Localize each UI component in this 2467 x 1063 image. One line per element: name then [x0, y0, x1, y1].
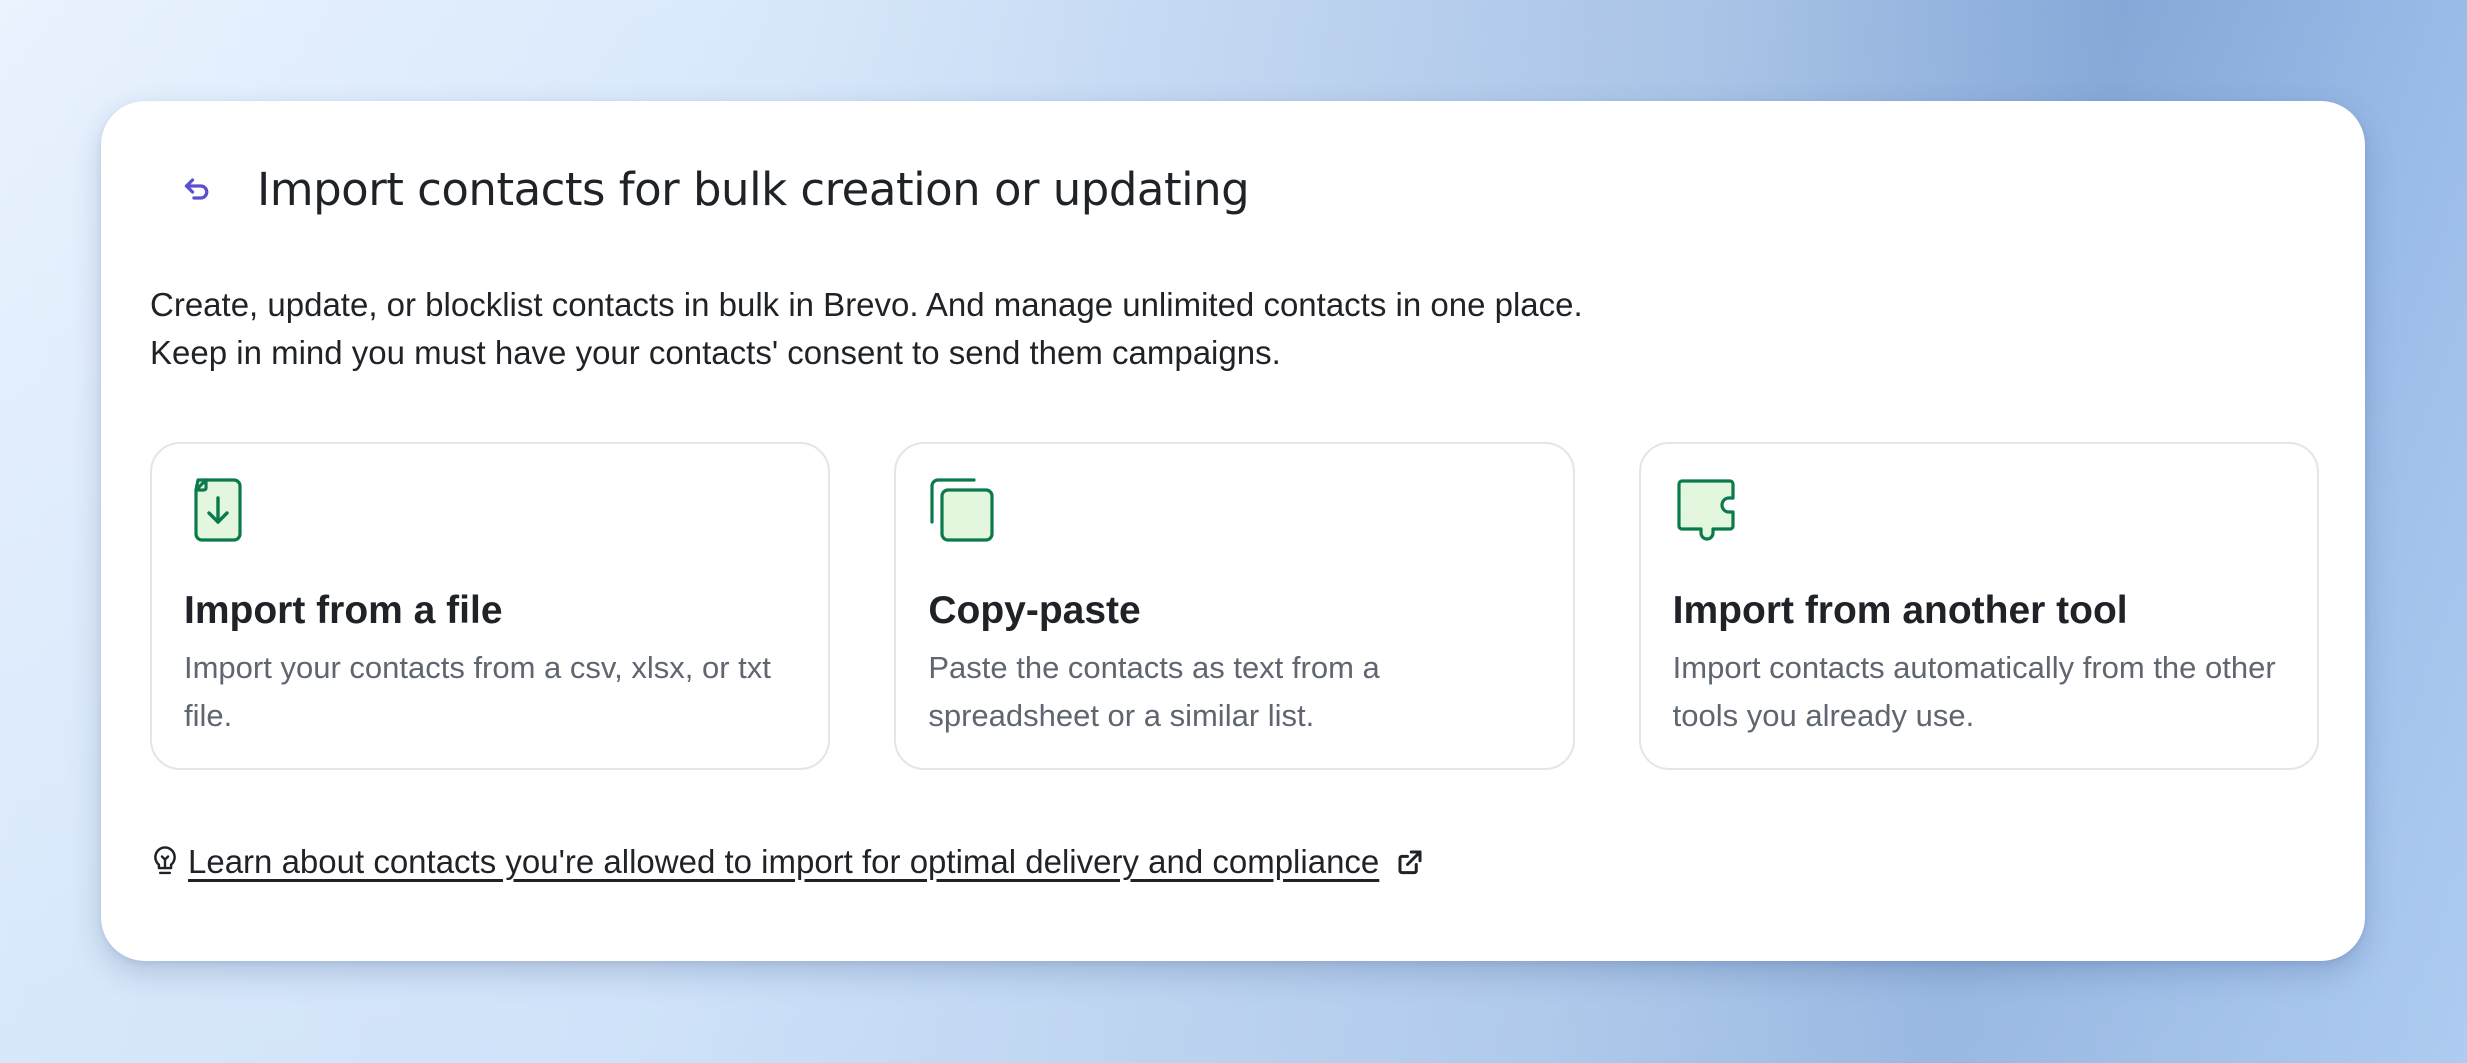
external-link-button[interactable]: [1395, 847, 1425, 877]
learn-more-link[interactable]: Learn about contacts you're allowed to i…: [188, 843, 1379, 881]
option-description: Import your contacts from a csv, xlsx, o…: [184, 650, 771, 733]
intro-line-1: Create, update, or blocklist contacts in…: [150, 286, 1583, 323]
option-title: Copy-paste: [928, 589, 1141, 632]
option-copy-paste[interactable]: Copy-paste Paste the contacts as text fr…: [894, 442, 1575, 770]
option-import-from-tool[interactable]: Import from another tool Import contacts…: [1638, 442, 2319, 770]
external-link-icon: [1398, 850, 1422, 875]
page-title: Import contacts for bulk creation or upd…: [257, 162, 1250, 216]
import-options: Import from a file Import your contacts …: [150, 442, 2319, 770]
option-description: Paste the contacts as text from a spread…: [928, 650, 1380, 733]
option-title: Import from another tool: [1672, 589, 2128, 632]
back-arrow-icon: [184, 178, 209, 200]
back-button[interactable]: [167, 159, 227, 219]
lightbulb-icon: [154, 846, 176, 875]
copy-paste-icon: [930, 478, 994, 542]
option-title: Import from a file: [184, 589, 503, 632]
learn-more-row: Learn about contacts you're allowed to i…: [150, 838, 1425, 886]
panel-header: Import contacts for bulk creation or upd…: [167, 149, 1250, 229]
intro-line-2: Keep in mind you must have your contacts…: [150, 334, 1281, 371]
option-description: Import contacts automatically from the o…: [1672, 650, 2276, 733]
file-import-icon: [194, 478, 242, 542]
intro-text: Create, update, or blocklist contacts in…: [150, 281, 1583, 377]
puzzle-icon: [1677, 479, 1735, 541]
import-contacts-panel: Import contacts for bulk creation or upd…: [101, 101, 2365, 961]
option-import-from-file[interactable]: Import from a file Import your contacts …: [150, 442, 831, 770]
